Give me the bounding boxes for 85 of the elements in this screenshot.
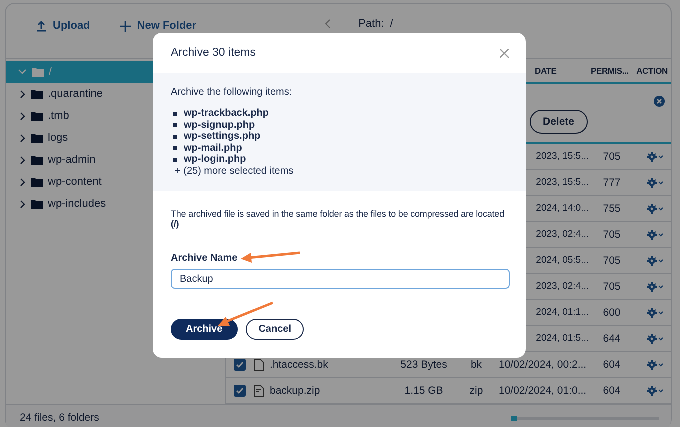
chevron-right-icon[interactable] xyxy=(20,156,26,164)
table-cell-text: zip xyxy=(468,384,484,396)
table-cell-text: 705 xyxy=(602,280,622,292)
folder-icon xyxy=(31,111,43,121)
column-header[interactable]: ACTION xyxy=(633,66,671,76)
chevron-right-icon[interactable] xyxy=(20,112,26,120)
cancel-button[interactable]: Cancel xyxy=(246,319,304,340)
annotation-arrow xyxy=(218,302,274,326)
dialog-note: The archived file is saved in the same folder as the files to be compressed are located (/) xyxy=(171,209,506,229)
table-cell-text: 2024, 01:1... xyxy=(535,307,590,318)
table-cell-text: 2023, 15:5... xyxy=(535,177,590,188)
table-cell-text: 644 xyxy=(602,332,622,344)
archive-button[interactable]: Archive xyxy=(171,319,238,340)
path-label: Path: xyxy=(358,18,384,30)
chevron-right-icon[interactable] xyxy=(20,90,26,98)
bullet-icon xyxy=(173,123,177,128)
more-items-text: + (25) more selected items xyxy=(175,166,295,177)
table-cell-text: 604 xyxy=(602,358,622,370)
table-cell-text: 705 xyxy=(602,150,622,162)
close-icon[interactable] xyxy=(500,48,509,58)
folder-icon xyxy=(32,67,44,77)
table-cell-text: 2024, 01:5... xyxy=(535,333,590,344)
table-cell-text: 777 xyxy=(602,176,622,188)
file-name: wp-login.php xyxy=(184,154,246,166)
status-summary: 24 files, 6 folders xyxy=(20,412,100,424)
gear-dropdown-icon[interactable] xyxy=(647,308,665,318)
folder-icon xyxy=(31,177,43,187)
table-cell-text: 604 xyxy=(602,384,622,396)
back-icon[interactable] xyxy=(324,19,331,29)
table-cell-text: 705 xyxy=(602,254,622,266)
bullet-icon xyxy=(173,146,177,150)
bullet-icon xyxy=(173,134,177,139)
table-cell-text: 2023, 02:4... xyxy=(535,281,590,292)
file-icon xyxy=(254,358,264,370)
gear-dropdown-icon[interactable] xyxy=(647,386,665,396)
table-cell-text: bk xyxy=(470,358,484,370)
dialog-title: Archive 30 items xyxy=(171,47,256,59)
file-name: wp-mail.php xyxy=(184,142,242,154)
row-checkbox[interactable] xyxy=(234,358,246,370)
delete-button[interactable]: Delete xyxy=(530,110,588,134)
folder-icon xyxy=(31,133,43,143)
table-cell-text: 2023, 02:4... xyxy=(535,229,590,240)
gear-dropdown-icon[interactable] xyxy=(647,204,665,214)
file-name: wp-signup.php xyxy=(184,120,256,131)
upload-icon xyxy=(36,20,47,32)
table-cell-text: 1.15 GB xyxy=(404,384,444,396)
file-name: wp-trackback.php xyxy=(184,108,270,120)
column-header[interactable]: PERMIS... xyxy=(591,66,633,76)
file-name[interactable]: .htaccess.bk xyxy=(270,358,328,370)
chevron-right-icon[interactable] xyxy=(20,134,26,142)
dialog-intro: Archive the following items: xyxy=(171,87,292,98)
gear-dropdown-icon[interactable] xyxy=(647,178,665,188)
gear-dropdown-icon[interactable] xyxy=(647,334,665,344)
zip-file-icon xyxy=(254,384,264,396)
table-cell-text: 10/02/2024, 01:0... xyxy=(499,384,588,396)
row-checkbox[interactable] xyxy=(234,384,246,396)
folder-icon xyxy=(31,155,43,165)
folder-icon xyxy=(31,89,43,99)
field-label: Archive Name xyxy=(171,253,238,264)
chevron-right-icon[interactable] xyxy=(20,200,26,208)
annotation-arrow xyxy=(241,252,300,263)
bullet-icon xyxy=(173,112,177,116)
table-cell-text: 2024, 05:5... xyxy=(535,255,590,266)
archive-name-field[interactable]: Backup xyxy=(171,269,510,289)
gear-dropdown-icon[interactable] xyxy=(647,230,665,240)
table-cell-text: 523 Bytes xyxy=(400,358,448,370)
upload-button[interactable]: Upload xyxy=(34,18,92,34)
plus-icon xyxy=(120,20,132,32)
file-name[interactable]: backup.zip xyxy=(270,384,320,396)
path-value: / xyxy=(390,18,394,30)
table-cell-text: 2023, 15:5... xyxy=(535,151,590,162)
bullet-icon xyxy=(173,158,177,162)
table-cell-text: 755 xyxy=(602,202,622,214)
gear-dropdown-icon[interactable] xyxy=(647,360,665,370)
gear-dropdown-icon[interactable] xyxy=(647,282,665,292)
chevron-right-icon[interactable] xyxy=(20,178,26,186)
table-cell-text: 705 xyxy=(602,228,622,240)
table-cell-text: 600 xyxy=(602,306,622,318)
folder-icon xyxy=(31,199,43,209)
file-name: wp-settings.php xyxy=(184,131,261,142)
clear-selection-icon[interactable] xyxy=(654,96,665,107)
new-folder-button[interactable]: New Folder xyxy=(118,18,199,34)
gear-dropdown-icon[interactable] xyxy=(647,152,665,162)
gear-dropdown-icon[interactable] xyxy=(647,256,665,266)
table-cell-text: 10/02/2024, 00:2... xyxy=(499,358,588,370)
